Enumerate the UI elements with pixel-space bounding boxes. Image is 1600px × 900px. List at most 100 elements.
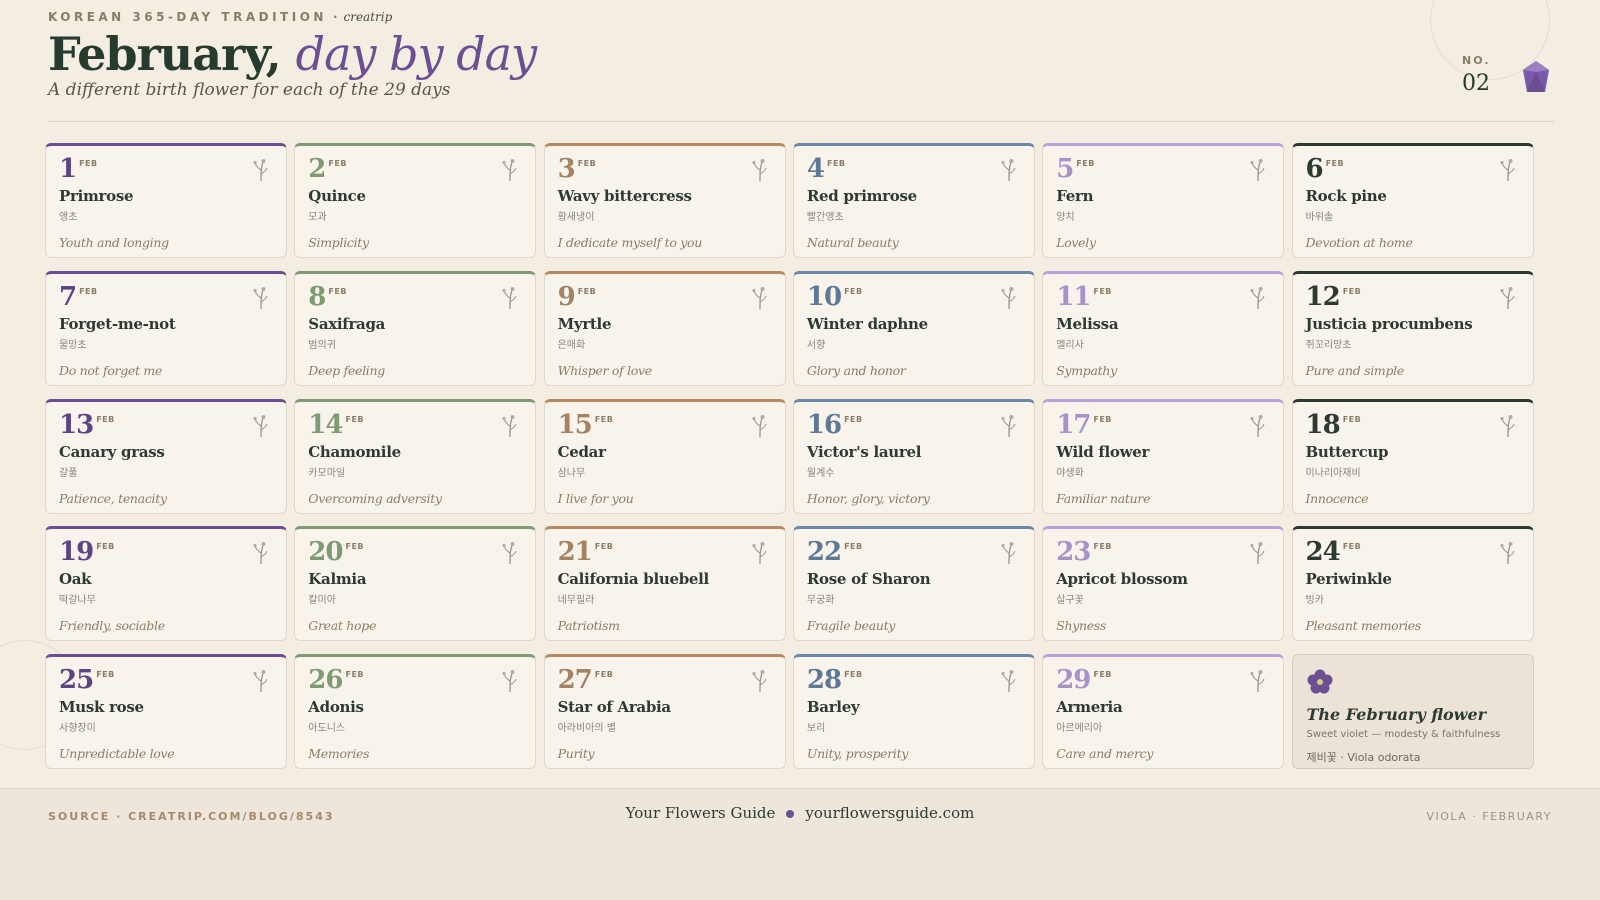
flower-sprig-icon (751, 414, 769, 442)
day-number: 6 (1305, 154, 1324, 184)
korean-name: 사향장미 (59, 723, 96, 735)
eyebrow: KOREAN 365-DAY TRADITION · creatrip (48, 10, 1554, 24)
flower-meaning: Unpredictable love (59, 746, 175, 762)
korean-name: 서향 (806, 339, 826, 351)
flower-name: Quince (308, 187, 366, 205)
flower-sprig-icon (252, 414, 270, 442)
day-label: 15 FEB (558, 410, 773, 441)
flower-sprig-icon (751, 669, 769, 697)
month-abbr: FEB (96, 670, 115, 680)
flower-sprig-icon (501, 541, 519, 569)
flower-meaning: Pure and simple (1305, 362, 1405, 378)
day-card: 27 FEB Star of Arabia 아라비아의 별 Purity (543, 654, 786, 770)
flower-meaning: Overcoming adversity (308, 490, 442, 506)
korean-name: 멜리사 (1056, 339, 1084, 351)
flower-sprig-icon (1249, 541, 1267, 569)
day-number: 5 (1056, 154, 1074, 184)
day-label: 28 FEB (807, 665, 1022, 696)
flower-name: Primrose (59, 187, 134, 205)
month-abbr: FEB (79, 286, 98, 296)
day-number: 16 (806, 409, 842, 440)
korean-name: 황새냉이 (557, 212, 595, 223)
flower-sprig-icon (252, 286, 270, 314)
flower-meaning: Familiar nature (1056, 490, 1151, 506)
month-abbr: FEB (844, 414, 863, 424)
day-number: 1 (59, 154, 77, 184)
month-abbr: FEB (79, 159, 98, 168)
day-label: 7 FEB (59, 282, 274, 313)
flower-meaning: Great hope (308, 618, 377, 634)
flower-name: Red primrose (806, 187, 917, 205)
day-number: 26 (308, 665, 343, 696)
month-abbr: FEB (328, 159, 347, 168)
flower-meaning: Patriotism (557, 618, 620, 634)
month-abbr: FEB (1093, 670, 1112, 680)
flower-meaning: I live for you (557, 490, 634, 506)
day-card: 24 FEB Periwinkle 빙카 Pleasant memories (1291, 526, 1534, 642)
korean-name: 미나리아재비 (1305, 467, 1361, 479)
issue-label: NO. (1462, 54, 1491, 67)
day-card: 11 FEB Melissa 멜리사 Sympathy (1042, 270, 1285, 386)
day-number: 20 (308, 537, 343, 568)
day-number: 15 (557, 409, 593, 440)
korean-name: 아라비아의 별 (557, 723, 616, 735)
day-card: 1 FEB Primrose 앵초 Youth and longing (45, 143, 287, 258)
day-label: 23 FEB (1056, 537, 1271, 568)
month-flower-title: The February flower (1306, 705, 1487, 725)
title-accent: day by day (295, 27, 537, 81)
korean-name: 은매화 (557, 339, 586, 351)
month-abbr: FEB (1093, 414, 1112, 424)
day-label: 22 FEB (807, 537, 1022, 568)
flower-sprig-icon (751, 158, 769, 186)
month-abbr: FEB (577, 159, 597, 168)
day-label: 21 FEB (558, 537, 773, 568)
flower-name: Periwinkle (1305, 570, 1392, 589)
flower-name: Rock pine (1305, 187, 1387, 205)
day-number: 28 (806, 665, 842, 696)
korean-name: 월계수 (806, 467, 835, 479)
day-card: 25 FEB Musk rose 사향장미 Unpredictable love (45, 654, 287, 770)
korean-name: 바위솔 (1305, 212, 1334, 223)
flower-sprig-icon (1000, 286, 1018, 314)
flower-name: Oak (59, 570, 92, 589)
flower-meaning: Shyness (1056, 618, 1107, 634)
flower-name: Justicia procumbens (1305, 314, 1473, 333)
day-number: 24 (1305, 537, 1341, 568)
day-number: 4 (806, 154, 825, 184)
flower-name: Chamomile (308, 442, 401, 461)
day-card: 26 FEB Adonis 아도니스 Memories (294, 654, 537, 770)
day-card: 16 FEB Victor's laurel 월계수 Honor, glory, vic… (792, 398, 1035, 514)
month-abbr: FEB (345, 414, 365, 424)
day-label: 19 FEB (59, 537, 274, 568)
flower-meaning: Glory and honor (806, 362, 906, 378)
flower-sprig-icon (1499, 286, 1517, 314)
day-label: 26 FEB (308, 665, 523, 696)
month-abbr: FEB (96, 414, 115, 424)
day-label: 3 FEB (558, 154, 773, 185)
page-subtitle: A different birth flower for each of the… (48, 80, 451, 100)
flower-meaning: Youth and longing (59, 235, 169, 250)
day-number: 22 (806, 537, 842, 568)
flower-name: Musk rose (59, 698, 144, 717)
page-title: February, day by day (48, 26, 1554, 82)
day-card: 28 FEB Barley 보리 Unity, prosperity (792, 654, 1035, 770)
month-abbr: FEB (1093, 286, 1112, 296)
guide-url[interactable]: yourflowersguide.com (805, 804, 974, 822)
flower-name: Melissa (1056, 314, 1119, 333)
flower-meaning: Purity (557, 746, 595, 762)
korean-name: 무궁화 (806, 595, 835, 607)
day-number: 19 (59, 537, 94, 568)
day-number: 8 (308, 281, 326, 312)
day-card: 12 FEB Justicia procumbens 쥐꼬리망초 Pure and si… (1291, 270, 1534, 386)
flower-sprig-icon (1249, 158, 1267, 186)
bullet-dot (786, 810, 795, 818)
flower-sprig-icon (501, 669, 519, 697)
flower-sprig-icon (1000, 414, 1018, 442)
day-label: 10 FEB (807, 282, 1022, 313)
month-abbr: FEB (844, 670, 863, 680)
day-label: 11 FEB (1056, 282, 1271, 313)
flower-meaning: Lovely (1056, 235, 1096, 250)
flower-name: Wild flower (1056, 442, 1150, 461)
korean-name: 모과 (308, 212, 327, 223)
day-card: 9 FEB Myrtle 은매화 Whisper of love (543, 270, 786, 386)
